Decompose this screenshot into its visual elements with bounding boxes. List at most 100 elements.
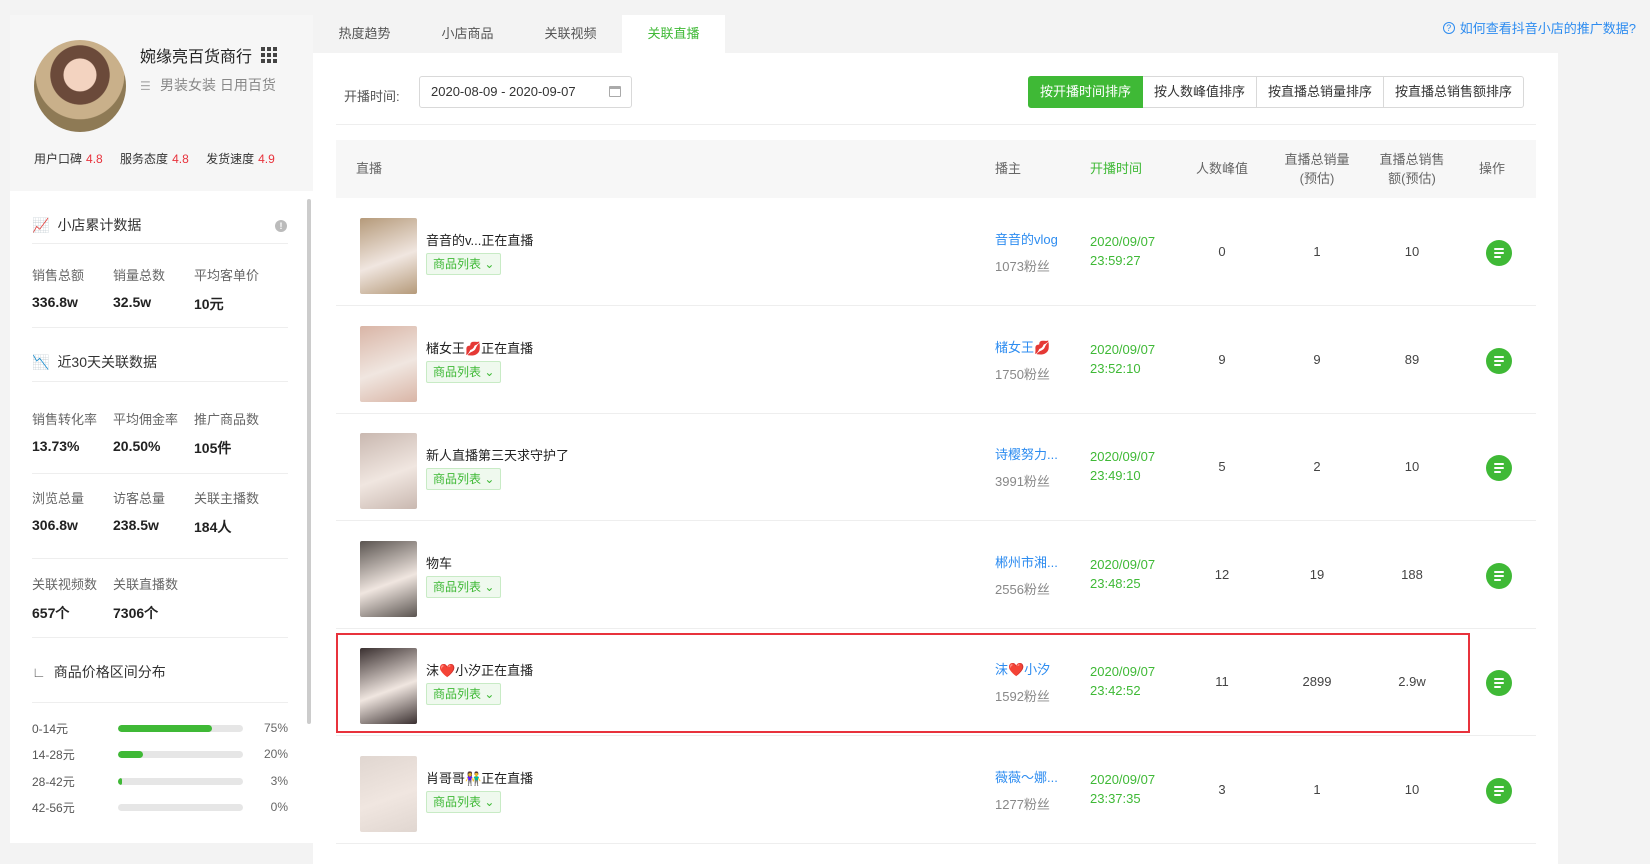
shop-stats: 📈 小店累计数据 ! 销售总额 336.8w 销量总数 32.5w 平均客单价 10元 … xyxy=(10,191,313,843)
live-title[interactable]: 肖哥哥👫正在直播 xyxy=(426,768,533,787)
rating-label: 服务态度 xyxy=(120,152,169,166)
col-peak[interactable]: 人数峰值 xyxy=(1182,159,1262,178)
chart-icon: 📈 xyxy=(32,216,50,233)
detail-icon[interactable] xyxy=(1486,240,1512,266)
host-fans: 3991粉丝 xyxy=(995,474,1050,489)
goods-list-button[interactable]: 商品列表 ⌄ xyxy=(426,790,502,813)
shop-avatar xyxy=(34,40,126,132)
chevron-down-icon: ⌄ xyxy=(484,579,495,594)
price-bar xyxy=(118,803,243,811)
divider xyxy=(32,558,288,559)
divider xyxy=(32,473,288,474)
chevron-down-icon: ⌄ xyxy=(484,687,495,701)
host-name[interactable]: 郴州市湘... xyxy=(995,552,1058,571)
host-name[interactable]: 音音的vlog xyxy=(995,229,1058,248)
trend-icon: 📉 xyxy=(32,353,50,370)
live-title[interactable]: 沫❤️小汐正在直播 xyxy=(426,660,533,679)
col-sales[interactable]: 直播总销量 (预估) xyxy=(1277,150,1357,188)
detail-icon[interactable] xyxy=(1486,347,1512,374)
price-bar xyxy=(118,724,243,732)
sort-by-peak-button[interactable]: 按人数峰值排序 xyxy=(1143,76,1258,108)
host-name[interactable]: 诗樱努力... xyxy=(995,444,1058,463)
sales-value: 19 xyxy=(1309,566,1325,582)
live-title[interactable]: 新人直播第三天求守护了 xyxy=(426,445,569,464)
rating-value: 4.8 xyxy=(86,152,103,166)
help-link[interactable]: ? 如何查看抖音小店的推广数据? xyxy=(1442,18,1636,37)
host-name[interactable]: 槠女王💋 xyxy=(995,337,1050,356)
sort-by-amount-button[interactable]: 按直播总销售额排序 xyxy=(1384,76,1525,108)
info-icon[interactable]: ! xyxy=(275,220,287,232)
amount-value: 10 xyxy=(1404,244,1420,259)
rating-value: 4.9 xyxy=(258,152,275,166)
host-name[interactable]: 薇薇～娜... xyxy=(995,767,1058,786)
shop-category: ☰ 男装女装 日用百货 xyxy=(140,77,276,93)
chevron-down-icon: ⌄ xyxy=(484,364,495,379)
sort-by-sales-button[interactable]: 按直播总销量排序 xyxy=(1257,76,1385,108)
price-range-row: 42-56元 0% xyxy=(32,800,288,815)
peak-value: 0 xyxy=(1218,244,1226,259)
col-live: 直播 xyxy=(356,161,383,176)
amount-value: 188 xyxy=(1401,566,1423,582)
sales-value: 2899 xyxy=(1302,674,1332,689)
col-start-time[interactable]: 开播时间 xyxy=(1090,159,1142,178)
host-fans: 1592粉丝 xyxy=(995,689,1050,704)
rating-label: 发货速度 xyxy=(206,152,255,166)
stat-commission: 平均佣金率 20.50% xyxy=(113,412,179,454)
detail-icon[interactable] xyxy=(1486,777,1512,804)
live-title[interactable]: 槠女王💋正在直播 xyxy=(426,338,533,357)
start-time: 2020/09/07 23:42:52 xyxy=(1090,664,1156,698)
col-amount[interactable]: 直播总销售 额(预估) xyxy=(1372,150,1452,188)
goods-list-button[interactable]: 商品列表 ⌄ xyxy=(426,253,502,275)
tab-bar: 热度趋势 小店商品 关联视频 关联直播 xyxy=(313,15,725,53)
live-title[interactable]: 音音的v...正在直播 xyxy=(426,230,533,249)
qrcode-icon[interactable] xyxy=(261,47,277,63)
scrollbar[interactable] xyxy=(307,199,311,724)
chevron-down-icon: ⌄ xyxy=(484,472,495,486)
recent-title: 📉 近30天关联数据 xyxy=(32,353,158,371)
live-title[interactable]: 物车 xyxy=(426,553,452,572)
calendar-icon xyxy=(609,86,621,97)
sort-by-start-time-button[interactable]: 按开播时间排序 xyxy=(1028,76,1144,108)
tab-lives[interactable]: 关联直播 xyxy=(622,15,725,53)
table-row: 音音的v...正在直播 商品列表 ⌄ 音音的vlog 1073粉丝 2020/09/07… xyxy=(336,198,1536,306)
col-op: 操作 xyxy=(1479,161,1506,176)
detail-icon[interactable] xyxy=(1486,455,1512,481)
price-range-row: 0-14元 75% xyxy=(32,721,288,736)
bar-chart-icon: ∟ xyxy=(32,664,46,680)
stat-products: 推广商品数 105件 xyxy=(194,412,260,456)
sort-group: 按开播时间排序 按人数峰值排序 按直播总销量排序 按直播总销售额排序 xyxy=(1028,76,1525,108)
amount-value: 2.9w xyxy=(1398,674,1426,689)
start-time: 2020/09/07 23:52:10 xyxy=(1090,341,1156,376)
live-thumbnail[interactable] xyxy=(360,648,417,724)
detail-icon[interactable] xyxy=(1486,670,1512,696)
tab-videos[interactable]: 关联视频 xyxy=(519,15,622,53)
date-range-picker[interactable]: 2020-08-09 - 2020-09-07 xyxy=(419,76,632,108)
question-icon: ? xyxy=(1442,21,1455,34)
host-name[interactable]: 沫❤️小汐 xyxy=(995,659,1050,678)
stat-visitors: 访客总量 238.5w xyxy=(113,491,166,533)
live-thumbnail[interactable] xyxy=(360,218,417,294)
peak-value: 3 xyxy=(1218,781,1226,797)
peak-value: 9 xyxy=(1218,351,1226,367)
detail-icon[interactable] xyxy=(1486,562,1512,589)
live-thumbnail[interactable] xyxy=(360,433,417,509)
goods-list-button[interactable]: 商品列表 ⌄ xyxy=(426,468,502,490)
tab-trend[interactable]: 热度趋势 xyxy=(313,15,416,53)
list-icon: ☰ xyxy=(140,79,151,93)
sales-value: 1 xyxy=(1313,244,1321,259)
table-row: 新人直播第三天求守护了 商品列表 ⌄ 诗樱努力... 3991粉丝 2020/09/07… xyxy=(336,413,1536,521)
sales-value: 9 xyxy=(1313,351,1321,367)
live-thumbnail[interactable] xyxy=(360,325,417,402)
table-row: 沫❤️小汐正在直播 商品列表 ⌄ 沫❤️小汐 1592粉丝 2020/09/07 23:4… xyxy=(336,628,1536,736)
live-thumbnail[interactable] xyxy=(360,755,417,832)
goods-list-button[interactable]: 商品列表 ⌄ xyxy=(426,683,502,705)
table-header: 直播 播主 开播时间 人数峰值 直播总销量 (预估) 直播总销售 额(预估) 操作 xyxy=(336,140,1536,198)
chevron-down-icon: ⌄ xyxy=(484,257,495,271)
tab-products[interactable]: 小店商品 xyxy=(416,15,519,53)
peak-value: 11 xyxy=(1215,674,1229,689)
goods-list-button[interactable]: 商品列表 ⌄ xyxy=(426,575,502,598)
live-thumbnail[interactable] xyxy=(360,540,417,617)
goods-list-button[interactable]: 商品列表 ⌄ xyxy=(426,360,502,383)
divider xyxy=(336,124,1536,125)
host-fans: 2556粉丝 xyxy=(995,581,1050,597)
